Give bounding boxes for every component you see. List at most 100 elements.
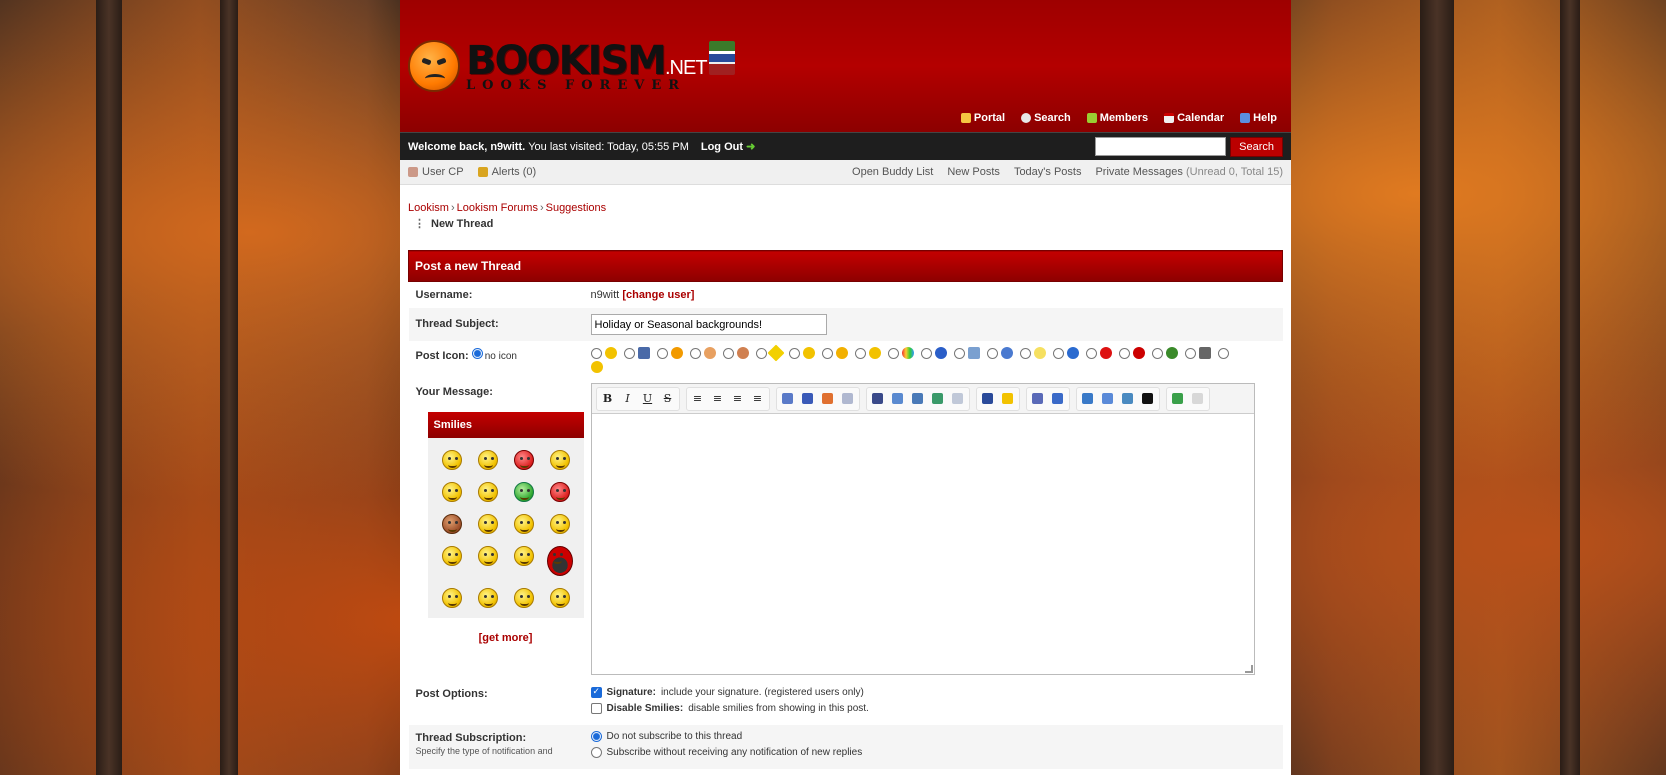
music-note-icon [1000, 347, 1013, 359]
exclamation-icon [1132, 347, 1145, 359]
quote-icon[interactable] [1119, 390, 1137, 408]
post-icon-radio[interactable] [1151, 347, 1163, 359]
logout-link[interactable]: Log Out ➜ [701, 140, 755, 153]
smiley-icon[interactable] [441, 546, 462, 566]
post-icon-radio[interactable] [755, 347, 767, 359]
align-left-icon[interactable]: ≡ [689, 390, 707, 408]
numbered-list-icon[interactable] [1049, 390, 1067, 408]
resize-handle-icon[interactable] [1244, 665, 1253, 673]
font-icon[interactable] [779, 390, 797, 408]
post-icon-radio[interactable] [953, 347, 965, 359]
nav-members[interactable]: Members [1086, 112, 1148, 124]
smiley-icon[interactable] [441, 450, 462, 470]
buddy-list-link[interactable]: Open Buddy List [852, 166, 933, 178]
search-input[interactable] [1095, 136, 1227, 156]
post-icon-radio[interactable] [887, 347, 899, 359]
no-subscribe-radio[interactable] [590, 731, 602, 742]
post-icon-radio[interactable] [854, 347, 866, 359]
source-mode-icon[interactable] [1189, 390, 1207, 408]
maximize-icon[interactable] [1169, 390, 1187, 408]
link-icon[interactable] [929, 390, 947, 408]
spoiler-icon[interactable] [1139, 390, 1157, 408]
post-icon-radio[interactable] [656, 347, 668, 359]
smiley-icon[interactable] [477, 450, 498, 470]
smiley-icon[interactable] [441, 588, 462, 608]
horizontal-rule-icon[interactable] [869, 390, 887, 408]
post-icon-radio[interactable] [986, 347, 998, 359]
nav-search[interactable]: Search [1021, 112, 1071, 124]
code-icon[interactable] [1079, 390, 1097, 408]
smiley-icon[interactable] [549, 450, 570, 470]
nav-portal[interactable]: Portal [960, 112, 1005, 124]
smiley-icon[interactable] [477, 546, 498, 566]
subject-input[interactable] [590, 314, 827, 335]
align-justify-icon[interactable]: ≡ [749, 390, 767, 408]
post-icon-radio[interactable] [1184, 347, 1196, 359]
strikethrough-button[interactable]: S [659, 390, 677, 408]
post-icon-radio[interactable] [1019, 347, 1031, 359]
post-icon-radio[interactable] [788, 347, 800, 359]
smiley-icon[interactable] [513, 514, 534, 534]
form-title: Post a new Thread [408, 250, 1283, 282]
smiley-icon[interactable] [549, 514, 570, 534]
align-center-icon[interactable]: ≡ [709, 390, 727, 408]
post-icon-radio[interactable] [1085, 347, 1097, 359]
post-icon-radio[interactable] [722, 347, 734, 359]
post-icon-radio[interactable] [1118, 347, 1130, 359]
smiley-icon[interactable] [549, 482, 570, 502]
post-icon-radio[interactable] [689, 347, 701, 359]
post-icon-radio[interactable] [1052, 347, 1064, 359]
nav-calendar[interactable]: Calendar [1164, 112, 1224, 124]
breadcrumb-item[interactable]: Suggestions [546, 202, 607, 214]
subscribe-silent-radio[interactable] [590, 747, 602, 758]
smiley-icon[interactable] [477, 482, 498, 502]
video-icon[interactable] [979, 390, 997, 408]
get-more-smilies-link[interactable]: [get more] [428, 632, 584, 644]
private-messages-link[interactable]: Private Messages (Unread 0, Total 15) [1095, 166, 1283, 178]
smiley-icon[interactable] [441, 514, 462, 534]
insert-image-icon[interactable] [889, 390, 907, 408]
post-icon-radio[interactable] [821, 347, 833, 359]
email-icon[interactable] [909, 390, 927, 408]
font-color-icon[interactable] [819, 390, 837, 408]
smiley-icon[interactable] [477, 588, 498, 608]
smiley-icon[interactable] [477, 514, 498, 534]
unlink-icon[interactable] [949, 390, 967, 408]
search-button[interactable]: Search [1230, 136, 1283, 157]
post-icon-radio[interactable] [1217, 347, 1229, 359]
breadcrumb-item[interactable]: Lookism [408, 202, 449, 214]
message-textarea[interactable] [592, 414, 1254, 674]
italic-button[interactable]: I [619, 390, 637, 408]
smiley-icon[interactable] [513, 546, 534, 566]
smiley-icon[interactable] [513, 482, 534, 502]
underline-button[interactable]: U [639, 390, 657, 408]
breadcrumb-item[interactable]: Lookism Forums [457, 202, 538, 214]
post-icon-radio[interactable] [623, 347, 635, 359]
smiley-icon[interactable] [546, 546, 573, 576]
align-right-icon[interactable]: ≡ [729, 390, 747, 408]
change-user-link[interactable]: [change user] [622, 289, 694, 301]
alerts-link[interactable]: Alerts (0) [477, 166, 536, 178]
post-icon-radio[interactable] [920, 347, 932, 359]
main-content: Lookism › Lookism Forums › Suggestions ⋮ New … [400, 185, 1291, 769]
remove-format-icon[interactable] [839, 390, 857, 408]
bold-button[interactable]: B [599, 390, 617, 408]
smiley-icon[interactable] [513, 588, 534, 608]
new-posts-link[interactable]: New Posts [947, 166, 1000, 178]
no-icon-radio[interactable] [471, 348, 483, 359]
signature-checkbox[interactable] [590, 686, 602, 698]
user-cp-link[interactable]: User CP [408, 166, 464, 178]
php-icon[interactable] [1099, 390, 1117, 408]
post-icon-radio[interactable] [590, 347, 602, 359]
font-size-icon[interactable] [799, 390, 817, 408]
todays-posts-link[interactable]: Today's Posts [1014, 166, 1082, 178]
disable-smilies-checkbox[interactable] [590, 703, 602, 714]
site-logo[interactable]: BOOKISM.NET LOOKS FOREVER [408, 40, 735, 92]
nav-help[interactable]: Help [1240, 112, 1277, 124]
angry-icon [670, 347, 683, 359]
smiley-icon[interactable] [549, 588, 570, 608]
bullet-list-icon[interactable] [1029, 390, 1047, 408]
smiley-icon[interactable] [513, 450, 534, 470]
smiley-icon[interactable] [441, 482, 462, 502]
emoticon-icon[interactable] [999, 390, 1017, 408]
